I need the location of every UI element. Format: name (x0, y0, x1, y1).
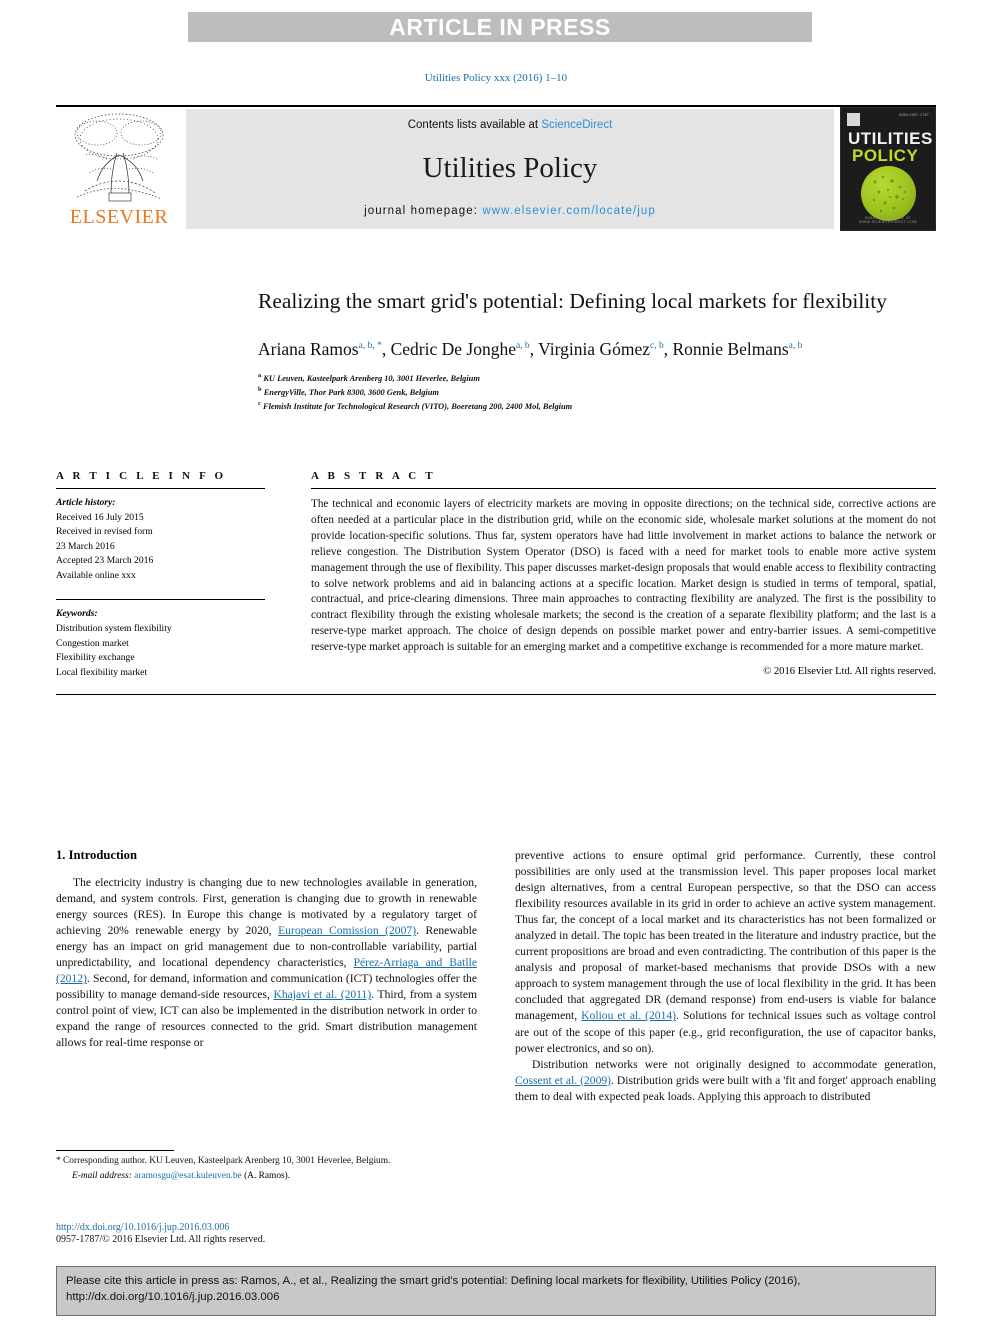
elsevier-logo: ELSEVIER (56, 107, 182, 231)
sciencedirect-link[interactable]: ScienceDirect (541, 119, 612, 131)
homepage-prefix: journal homepage: (364, 205, 483, 217)
corresponding-author-note: * Corresponding author. KU Leuven, Kaste… (56, 1156, 391, 1166)
citation-link-cossent[interactable]: Cossent et al. (2009) (515, 1074, 611, 1087)
cover-title-line2: POLICY (852, 146, 919, 165)
journal-title: Utilities Policy (422, 151, 598, 184)
affiliation-mark: c (258, 400, 261, 408)
keyword-item: Distribution system flexibility (56, 623, 172, 635)
footnotes-block: * Corresponding author. KU Leuven, Kaste… (56, 1150, 477, 1181)
keywords-label: Keywords: (56, 608, 98, 620)
journal-reference-line: Utilities Policy xxx (2016) 1–10 (424, 72, 568, 84)
abstract-column: A B S T R A C T The technical and econom… (283, 470, 936, 680)
keyword-item: Congestion market (56, 637, 129, 649)
affiliation-mark: b (258, 385, 262, 393)
author-name: Ariana Ramos (258, 338, 359, 359)
doi-link[interactable]: http://dx.doi.org/10.1016/j.jup.2016.03.… (56, 1222, 486, 1233)
body-columns: 1. Introduction The electricity industry… (56, 848, 936, 1148)
info-abstract-headings-row: A R T I C L E I N F O Article history: R… (56, 470, 936, 680)
contents-prefix: Contents lists available at (407, 119, 542, 131)
cover-footer-label: AVAILABLE ONLINE AT WWW.SCIENCEDIRECT.CO… (859, 216, 917, 224)
cover-sphere-graphic (861, 166, 916, 221)
affiliation-text: KU Leuven, Kasteelpark Arenberg 10, 3001… (263, 373, 480, 383)
affiliation-list: a KU Leuven, Kasteelpark Arenberg 10, 30… (258, 371, 888, 414)
abstract-text: The technical and economic layers of ele… (311, 498, 936, 654)
journal-masthead: ELSEVIER Contents lists available at Sci… (56, 105, 936, 231)
article-history-item: Received in revised form (56, 526, 153, 538)
email-address-note: E-mail address: aramosgu@esat.kuleuven.b… (56, 1171, 477, 1181)
author-affiliation-marks: a, b, * (358, 341, 382, 352)
citation-link-european-comission[interactable]: European Comission (2007) (278, 924, 416, 937)
email-label: E-mail address: (72, 1171, 135, 1182)
journal-homepage-link[interactable]: www.elsevier.com/locate/jup (482, 205, 656, 217)
intro-right2-text-a: Distribution networks were not originall… (532, 1057, 936, 1071)
page-title: Realizing the smart grid's potential: De… (258, 289, 888, 313)
section-title-introduction: 1. Introduction (56, 848, 137, 862)
article-history-item: 23 March 2016 (56, 540, 115, 552)
author-name: Cedric De Jonghe (390, 338, 516, 359)
author-name: Ronnie Belmans (672, 338, 789, 359)
intro-paragraph-right-2: Distribution networks were not originall… (515, 1057, 936, 1105)
intro-paragraph-left: The electricity industry is changing due… (56, 875, 477, 1052)
journal-homepage-line: journal homepage: www.elsevier.com/locat… (364, 205, 656, 217)
cite-this-article-text: Please cite this article in press as: Ra… (66, 1275, 801, 1304)
intro-paragraph-right-1: preventive actions to ensure optimal gri… (515, 848, 936, 1057)
article-history-item: Accepted 23 March 2016 (56, 555, 154, 567)
info-abstract-section: A R T I C L E I N F O Article history: R… (56, 470, 936, 696)
author-affiliation-marks: a, b (788, 341, 803, 352)
cover-issn-label: ISSN 0957-1787 (898, 113, 929, 117)
article-history-item: Received 16 July 2015 (56, 511, 144, 523)
keyword-item: Flexibility exchange (56, 652, 135, 664)
citation-link-koliou[interactable]: Koliou et al. (2014) (581, 1009, 676, 1022)
author-name: Virginia Gómez (538, 338, 650, 359)
intro-right-text-a: preventive actions to ensure optimal gri… (515, 849, 936, 1023)
article-history-block: Article history: Received 16 July 2015 R… (56, 489, 265, 583)
author-affiliation-marks: a, b (515, 341, 530, 352)
affiliation-item: b EnergyVille, Thor Park 8300, 3600 Genk… (258, 385, 888, 399)
footnote-rule (56, 1150, 174, 1151)
elsevier-wordmark: ELSEVIER (69, 206, 169, 228)
title-block: Realizing the smart grid's potential: De… (258, 288, 888, 413)
affiliation-text: Flemish Institute for Technological Rese… (262, 401, 573, 411)
affiliation-item: c Flemish Institute for Technological Re… (258, 399, 888, 413)
masthead-center-panel: Contents lists available at ScienceDirec… (186, 109, 834, 229)
abstract-heading: A B S T R A C T (311, 470, 436, 482)
cite-this-article-box: Please cite this article in press as: Ra… (56, 1266, 936, 1316)
journal-cover-thumbnail: ISSN 0957-1787 UTILITIES POLICY AVAILABL… (840, 107, 936, 231)
email-suffix: (A. Ramos). (241, 1171, 291, 1182)
cover-sphere-dots-icon (872, 175, 906, 213)
article-info-heading: A R T I C L E I N F O (56, 470, 227, 482)
author-list: Ariana Ramosa, b, *, Cedric De Jonghea, … (258, 338, 803, 359)
article-in-press-banner: ARTICLE IN PRESS (188, 12, 812, 42)
elsevier-tree-icon (74, 113, 164, 202)
keyword-item: Local flexibility market (56, 666, 148, 678)
abstract-copyright: © 2016 Elsevier Ltd. All rights reserved… (763, 666, 936, 678)
article-history-item: Available online xxx (56, 569, 136, 581)
email-link[interactable]: aramosgu@esat.kuleuven.be (134, 1171, 242, 1181)
article-info-column: A R T I C L E I N F O Article history: R… (56, 470, 283, 680)
keywords-block: Keywords: Distribution system flexibilit… (56, 600, 265, 680)
affiliation-text: EnergyVille, Thor Park 8300, 3600 Genk, … (263, 387, 439, 397)
affiliation-item: a KU Leuven, Kasteelpark Arenberg 10, 30… (258, 371, 888, 385)
info-abstract-bottom-rule (56, 694, 936, 696)
cover-top-row: ISSN 0957-1787 (847, 113, 929, 126)
affiliation-mark: a (258, 371, 262, 379)
citation-link-khajavi[interactable]: Khajavi et al. (2011) (273, 988, 371, 1001)
article-in-press-label: ARTICLE IN PRESS (389, 13, 611, 40)
cover-elsevier-mark-icon (847, 113, 860, 126)
author-affiliation-marks: c, b (650, 341, 664, 352)
body-column-right: preventive actions to ensure optimal gri… (515, 848, 936, 1148)
issn-copyright-line: 0957-1787/© 2016 Elsevier Ltd. All right… (56, 1234, 266, 1245)
doi-block: http://dx.doi.org/10.1016/j.jup.2016.03.… (56, 1222, 486, 1245)
body-column-left: 1. Introduction The electricity industry… (56, 848, 477, 1148)
contents-available-line: Contents lists available at ScienceDirec… (408, 119, 613, 131)
article-history-label: Article history: (56, 497, 116, 508)
